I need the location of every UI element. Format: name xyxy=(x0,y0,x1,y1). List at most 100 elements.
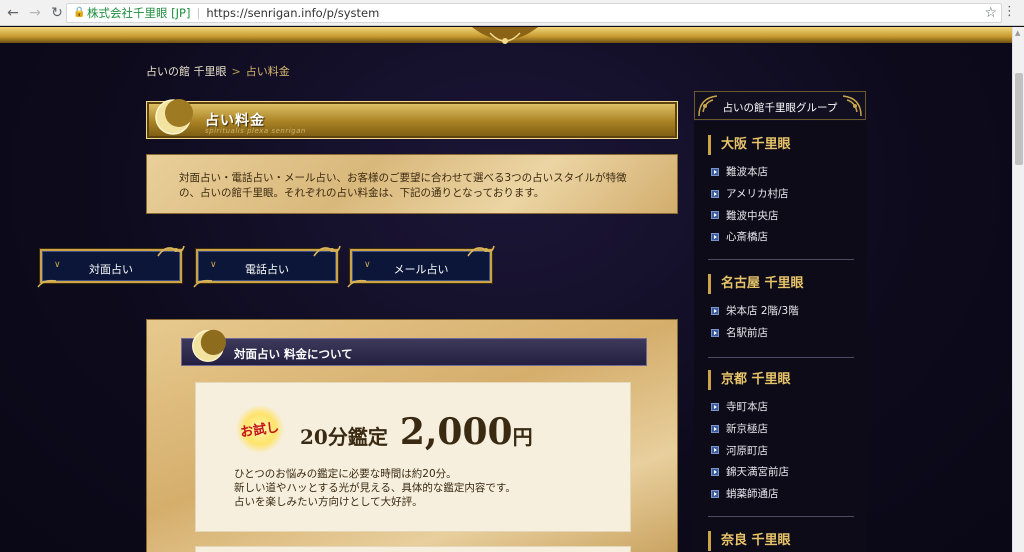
store-link[interactable]: 新京極店 xyxy=(708,418,858,440)
region-divider xyxy=(708,357,854,358)
price-card: お試し 20分鑑定 2,000円 ひとつのお悩みの鑑定に必要な時間は約20分。 新… xyxy=(195,382,631,532)
arrow-bullet-icon xyxy=(711,232,719,241)
region-title: 京都 千里眼 xyxy=(708,370,858,390)
store-link[interactable]: 難波中央店 xyxy=(708,204,858,226)
breadcrumb-separator: > xyxy=(231,65,241,78)
sidebar: 大阪 千里眼 難波本店 アメリカ村店 難波中央店 心斎橋店 名古屋 千里眼 栄本… xyxy=(694,121,866,552)
arrow-bullet-icon xyxy=(711,424,719,433)
store-link[interactable]: 名駅前店 xyxy=(708,322,858,344)
store-link-label: 栄本店 2階/3階 xyxy=(726,305,799,318)
desc-line-3: 占いを楽しみたい方向けとして大好評。 xyxy=(234,496,423,508)
price-description: ひとつのお悩みの鑑定に必要な時間は約20分。 新しい道やハッとする光が見える、具… xyxy=(234,467,516,509)
secure-site-label: 株式会社千里眼 [JP] xyxy=(87,6,191,20)
trial-badge-text: お試し xyxy=(239,420,281,441)
arrow-bullet-icon xyxy=(711,467,719,476)
store-link-label: 錦天満宮前店 xyxy=(726,466,789,479)
store-link[interactable]: 錦天満宮前店 xyxy=(708,461,858,483)
arrow-bullet-icon xyxy=(711,306,719,315)
store-link-label: 難波中央店 xyxy=(726,209,779,222)
section-header: 対面占い 料金について xyxy=(181,329,647,366)
scroll-up-arrow-icon[interactable]: ▲ xyxy=(1015,29,1020,37)
price-line: 20分鑑定 2,000円 xyxy=(300,411,533,453)
intro-text: 対面占い・電話占い・メール占い、お客様のご要望に合わせて選べる3つの占いスタイル… xyxy=(179,171,649,201)
crescent-moon-icon xyxy=(192,329,226,362)
breadcrumb: 占いの館 千里眼 > 占い料金 xyxy=(146,63,290,79)
page-subtitle: spiritualis plexa senrigan xyxy=(205,127,306,135)
region-divider xyxy=(708,259,854,260)
price-amount: 2,000 xyxy=(399,411,513,453)
breadcrumb-home-link[interactable]: 占いの館 千里眼 xyxy=(146,65,227,78)
store-link[interactable]: 栄本店 2階/3階 xyxy=(708,300,858,322)
tab-label: メール占い xyxy=(393,263,449,276)
duration-label: 20分鑑定 xyxy=(300,425,388,449)
store-link-label: 河原町店 xyxy=(726,444,768,457)
next-price-card xyxy=(195,546,631,552)
arrow-bullet-icon xyxy=(711,402,719,411)
store-link-label: 蛸薬師通店 xyxy=(726,488,779,501)
trial-badge: お試し xyxy=(236,405,284,453)
store-link[interactable]: 難波本店 xyxy=(708,161,858,183)
scrollbar-thumb[interactable] xyxy=(1015,73,1023,165)
desc-line-1: ひとつのお悩みの鑑定に必要な時間は約20分。 xyxy=(234,468,457,480)
store-link[interactable]: 蛸薬師通店 xyxy=(708,483,858,505)
tab-face-to-face[interactable]: ∨ 対面占い xyxy=(37,245,185,288)
region-nagoya: 名古屋 千里眼 栄本店 2階/3階 名駅前店 xyxy=(708,274,858,358)
store-link[interactable]: 寺町本店 xyxy=(708,396,858,418)
arrow-bullet-icon xyxy=(711,167,719,176)
bookmark-star-icon[interactable]: ☆ xyxy=(984,5,997,21)
store-link-label: 新京極店 xyxy=(726,423,768,436)
tab-mail[interactable]: ∨ メール占い xyxy=(347,245,495,288)
region-osaka: 大阪 千里眼 難波本店 アメリカ村店 難波中央店 心斎橋店 xyxy=(708,135,858,260)
region-title: 奈良 千里眼 xyxy=(708,531,858,551)
intro-line-2: の、占いの館千里眼。それぞれの占い料金は、下記の通りとなっております。 xyxy=(179,187,545,199)
arrow-bullet-icon xyxy=(711,211,719,220)
region-title: 名古屋 千里眼 xyxy=(708,274,858,294)
section-title: 対面占い 料金について xyxy=(234,347,353,361)
arrow-bullet-icon xyxy=(711,489,719,498)
back-arrow-icon[interactable]: ← xyxy=(4,4,22,22)
url-text[interactable]: https://senrigan.info/p/system xyxy=(206,6,379,20)
sidebar-header-title: 占いの館千里眼グループ xyxy=(722,102,838,114)
store-link[interactable]: 河原町店 xyxy=(708,439,858,461)
browser-toolbar: ← → ↻ 🔒 株式会社千里眼 [JP] | https://senrigan.… xyxy=(0,0,1024,26)
tab-label: 電話占い xyxy=(245,263,289,276)
intro-box: 対面占い・電話占い・メール占い、お客様のご要望に合わせて選べる3つの占いスタイル… xyxy=(146,154,678,214)
store-link-label: アメリカ村店 xyxy=(726,188,789,201)
corner-ornament-icon xyxy=(157,245,185,257)
corner-ornament-icon xyxy=(347,279,367,288)
reload-icon[interactable]: ↻ xyxy=(48,4,66,22)
page-scrollbar[interactable]: ▲ xyxy=(1012,27,1024,552)
sidebar-header: 占いの館千里眼グループ xyxy=(694,91,866,120)
corner-ornament-icon xyxy=(313,245,341,257)
arrow-bullet-icon xyxy=(711,446,719,455)
region-nara: 奈良 千里眼 xyxy=(708,531,858,551)
forward-arrow-icon[interactable]: → xyxy=(26,4,44,22)
breadcrumb-current: 占い料金 xyxy=(245,65,290,78)
price-unit: 円 xyxy=(512,425,533,449)
store-link[interactable]: アメリカ村店 xyxy=(708,183,858,205)
desc-line-2: 新しい道やハッとする光が見える、具体的な鑑定内容です。 xyxy=(234,482,516,494)
address-separator: | xyxy=(196,6,201,20)
corner-ornament-icon xyxy=(842,95,862,117)
tab-phone[interactable]: ∨ 電話占い xyxy=(193,245,341,288)
corner-ornament-icon xyxy=(467,245,495,257)
store-link-label: 寺町本店 xyxy=(726,401,768,414)
store-link[interactable]: 心斎橋店 xyxy=(708,226,858,248)
tab-label: 対面占い xyxy=(89,263,133,276)
corner-ornament-icon xyxy=(37,279,57,288)
arrow-bullet-icon xyxy=(711,328,719,337)
region-divider xyxy=(708,516,854,517)
browser-menu-icon[interactable]: ⋮ xyxy=(1003,5,1016,19)
region-kyoto: 京都 千里眼 寺町本店 新京極店 河原町店 錦天満宮前店 蛸薬師通店 xyxy=(708,370,858,517)
crescent-moon-icon xyxy=(155,99,193,135)
page-title-banner: 占い料金 spiritualis plexa senrigan xyxy=(146,99,678,139)
pricing-panel: 対面占い 料金について お試し 20分鑑定 2,000円 ひとつのお悩みの鑑定に必… xyxy=(146,319,678,552)
corner-ornament-icon xyxy=(193,279,213,288)
store-link-label: 心斎橋店 xyxy=(726,231,768,244)
store-link-label: 難波本店 xyxy=(726,166,768,179)
intro-line-1: 対面占い・電話占い・メール占い、お客様のご要望に合わせて選べる3つの占いスタイル… xyxy=(179,172,627,184)
store-link-label: 名駅前店 xyxy=(726,327,768,340)
address-bar[interactable]: 🔒 株式会社千里眼 [JP] | https://senrigan.info/p… xyxy=(66,3,1002,23)
region-title: 大阪 千里眼 xyxy=(708,135,858,155)
arrow-bullet-icon xyxy=(711,189,719,198)
